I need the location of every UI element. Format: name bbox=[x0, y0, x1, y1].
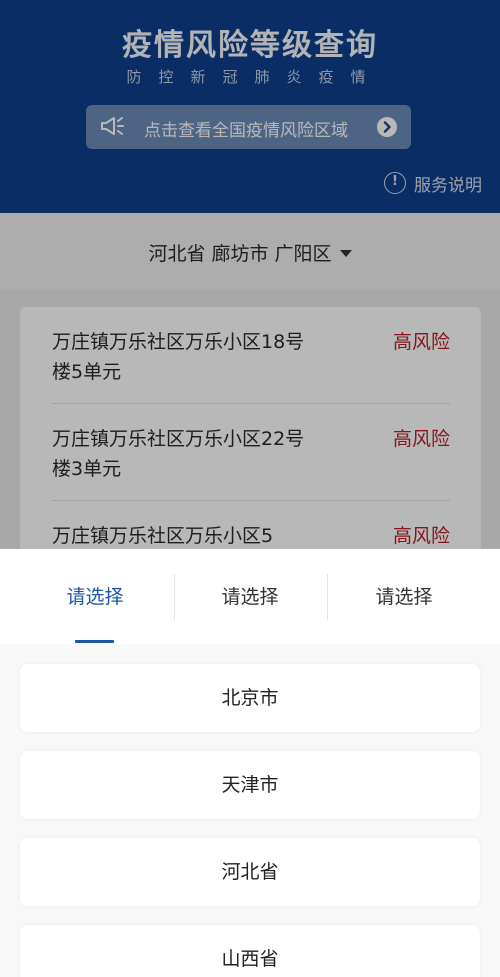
province-option-hebei[interactable]: 河北省 bbox=[20, 838, 480, 906]
province-option-tianjin[interactable]: 天津市 bbox=[20, 751, 480, 819]
active-tab-indicator bbox=[75, 640, 114, 643]
region-picker-sheet: 请选择 请选择 请选择 北京市 天津市 河北省 山西省 bbox=[0, 549, 500, 977]
picker-tabs: 请选择 请选择 请选择 bbox=[0, 549, 500, 645]
tab-district[interactable]: 请选择 bbox=[321, 549, 487, 644]
page-background: 疫情风险等级查询 防控新冠肺炎疫情 点击查看全国疫情风险区域 ! 服务说明 河北… bbox=[0, 0, 500, 977]
province-option-shanxi[interactable]: 山西省 bbox=[20, 925, 480, 977]
province-option-beijing[interactable]: 北京市 bbox=[20, 664, 480, 732]
tab-city[interactable]: 请选择 bbox=[167, 549, 333, 644]
province-list: 北京市 天津市 河北省 山西省 bbox=[0, 644, 500, 977]
tab-province[interactable]: 请选择 bbox=[12, 549, 178, 644]
